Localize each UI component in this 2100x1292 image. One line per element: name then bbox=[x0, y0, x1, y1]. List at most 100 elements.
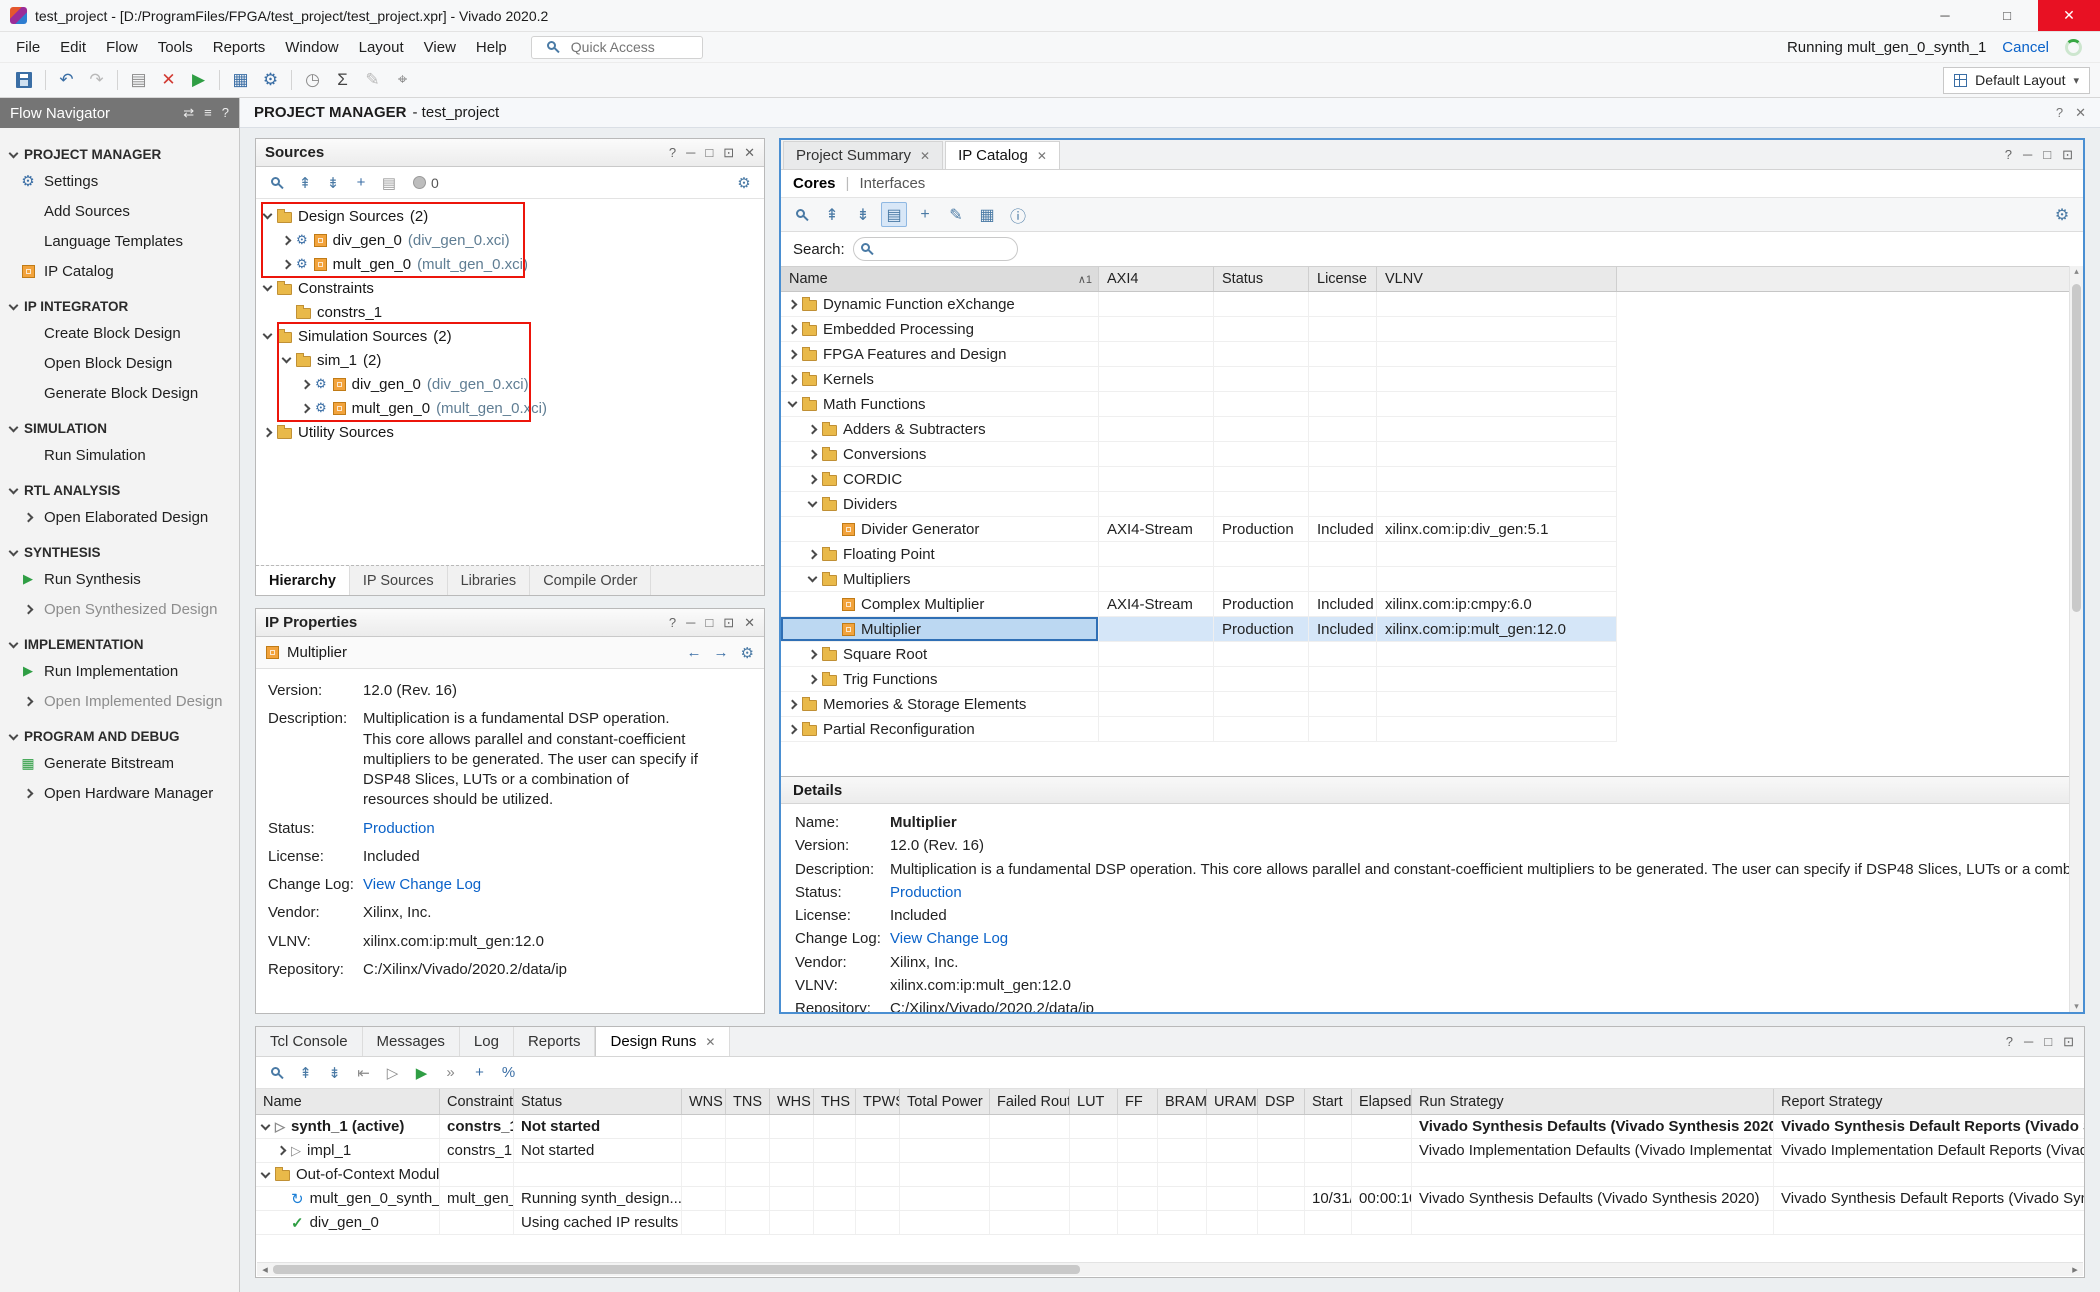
help-icon[interactable]: ? bbox=[2056, 105, 2063, 121]
design-run-row-synth-1-active[interactable]: ▷synth_1 (active)constrs_1Not startedViv… bbox=[256, 1115, 2084, 1139]
source-tree-item-mult-gen-0[interactable]: ⚙mult_gen_0(mult_gen_0.xci) bbox=[256, 396, 764, 420]
flownav-item-generate-block-design[interactable]: Generate Block Design bbox=[0, 378, 239, 408]
collapse-all-icon[interactable]: ⇞ bbox=[293, 1061, 318, 1085]
column-header-uram[interactable]: URAM bbox=[1207, 1089, 1258, 1114]
reset-run-icon[interactable]: ⇤ bbox=[351, 1061, 376, 1085]
minimize-icon[interactable]: ─ bbox=[686, 145, 695, 161]
chevron-right-icon[interactable] bbox=[788, 374, 798, 384]
catalog-row-multiplier[interactable]: MultiplierProductionIncludedxilinx.com:i… bbox=[781, 617, 1617, 642]
menu-tools[interactable]: Tools bbox=[148, 36, 203, 59]
minimize-icon[interactable]: ─ bbox=[2023, 147, 2032, 163]
maximize-icon[interactable]: □ bbox=[705, 615, 713, 631]
catalog-row-embedded-processing[interactable]: Embedded Processing bbox=[781, 317, 1617, 342]
chevron-right-icon[interactable] bbox=[788, 699, 798, 709]
bottom-tab-reports[interactable]: Reports bbox=[514, 1027, 596, 1056]
maximize-button[interactable]: □ bbox=[1976, 0, 2038, 31]
menu-help[interactable]: Help bbox=[466, 36, 517, 59]
link-view-change-log[interactable]: View Change Log bbox=[890, 929, 1008, 949]
flownav-section-header-rtl-analysis[interactable]: RTL ANALYSIS bbox=[0, 479, 239, 502]
flownav-section-header-ip-integrator[interactable]: IP INTEGRATOR bbox=[0, 295, 239, 318]
help-icon[interactable]: ? bbox=[669, 615, 676, 631]
chevron-down-icon[interactable] bbox=[261, 1120, 271, 1130]
chevron-right-icon[interactable] bbox=[263, 427, 273, 437]
column-header-lut[interactable]: LUT bbox=[1070, 1089, 1118, 1114]
source-tree-item-div-gen-0[interactable]: ⚙div_gen_0(div_gen_0.xci) bbox=[256, 372, 764, 396]
column-header-failed-routes[interactable]: Failed Routes bbox=[990, 1089, 1070, 1114]
source-tree-item-constrs-1[interactable]: constrs_1 bbox=[256, 300, 764, 324]
chevron-right-icon[interactable] bbox=[23, 604, 33, 614]
minimize-button[interactable]: ─ bbox=[1914, 0, 1976, 31]
percent-icon[interactable]: % bbox=[496, 1061, 521, 1085]
float-icon[interactable]: ⊡ bbox=[723, 615, 734, 631]
create-run-icon[interactable]: + bbox=[467, 1061, 492, 1085]
column-header-start[interactable]: Start bbox=[1305, 1089, 1352, 1114]
flownav-item-create-block-design[interactable]: Create Block Design bbox=[0, 318, 239, 348]
catalog-row-kernels[interactable]: Kernels bbox=[781, 367, 1617, 392]
column-header-name[interactable]: Name bbox=[256, 1089, 440, 1114]
source-tree-item-design-sources[interactable]: Design Sources(2) bbox=[256, 204, 764, 228]
bottom-tab-messages[interactable]: Messages bbox=[363, 1027, 460, 1056]
chevron-down-icon[interactable] bbox=[788, 398, 798, 408]
flownav-item-run-implementation[interactable]: ▶Run Implementation bbox=[0, 656, 239, 686]
customize-ip-icon[interactable]: ✎ bbox=[943, 202, 969, 227]
list-icon[interactable]: ≡ bbox=[204, 105, 212, 121]
catalog-row-math-functions[interactable]: Math Functions bbox=[781, 392, 1617, 417]
flownav-section-header-simulation[interactable]: SIMULATION bbox=[0, 417, 239, 440]
catalog-search-input[interactable] bbox=[879, 241, 1017, 257]
link-production[interactable]: Production bbox=[890, 883, 962, 903]
column-header-bram[interactable]: BRAM bbox=[1158, 1089, 1207, 1114]
chevron-right-icon[interactable] bbox=[282, 259, 292, 269]
scroll-left-icon[interactable]: ◂ bbox=[257, 1263, 273, 1276]
close-icon[interactable]: ✕ bbox=[705, 1035, 715, 1049]
maximize-icon[interactable]: □ bbox=[2043, 147, 2051, 163]
settings-gear-icon[interactable]: ⚙ bbox=[732, 171, 756, 195]
menu-layout[interactable]: Layout bbox=[349, 36, 414, 59]
flownav-item-language-templates[interactable]: Language Templates bbox=[0, 226, 239, 256]
catalog-row-divider-generator[interactable]: Divider GeneratorAXI4-StreamProductionIn… bbox=[781, 517, 1617, 542]
search-icon[interactable] bbox=[271, 1067, 280, 1076]
column-header-constraints[interactable]: Constraints bbox=[440, 1089, 514, 1114]
add-repository-icon[interactable]: + bbox=[912, 202, 938, 227]
float-icon[interactable]: ⊡ bbox=[2062, 147, 2073, 163]
tab-project-summary[interactable]: Project Summary✕ bbox=[783, 141, 943, 169]
minimize-icon[interactable]: ─ bbox=[686, 615, 695, 631]
quick-access-input[interactable] bbox=[571, 39, 685, 55]
column-header-status[interactable]: Status bbox=[1214, 267, 1309, 291]
report-icon[interactable]: ▦ bbox=[227, 67, 254, 93]
redo-icon[interactable]: ↷ bbox=[83, 67, 110, 93]
launch-run-icon[interactable]: ▷ bbox=[380, 1061, 405, 1085]
flownav-item-open-hardware-manager[interactable]: Open Hardware Manager bbox=[0, 778, 239, 808]
run-icon[interactable]: ▶ bbox=[185, 67, 212, 93]
maximize-icon[interactable]: □ bbox=[2044, 1034, 2052, 1050]
save-icon[interactable] bbox=[16, 72, 32, 88]
link-view-change-log[interactable]: View Change Log bbox=[363, 875, 481, 895]
column-header-report-strategy[interactable]: Report Strategy bbox=[1774, 1089, 2084, 1114]
chevron-right-icon[interactable] bbox=[301, 379, 311, 389]
subtab-cores[interactable]: Cores bbox=[793, 175, 836, 192]
column-header-wns[interactable]: WNS bbox=[682, 1089, 726, 1114]
flownav-item-add-sources[interactable]: Add Sources bbox=[0, 196, 239, 226]
catalog-row-conversions[interactable]: Conversions bbox=[781, 442, 1617, 467]
source-tree-item-simulation-sources[interactable]: Simulation Sources(2) bbox=[256, 324, 764, 348]
chevron-right-icon[interactable] bbox=[808, 474, 818, 484]
catalog-row-complex-multiplier[interactable]: Complex MultiplierAXI4-StreamProductionI… bbox=[781, 592, 1617, 617]
info-icon[interactable]: ⓘ bbox=[1005, 202, 1031, 227]
layout-selector[interactable]: Default Layout ▾ bbox=[1943, 67, 2090, 94]
catalog-row-trig-functions[interactable]: Trig Functions bbox=[781, 667, 1617, 692]
design-run-row-impl-1[interactable]: ▷impl_1constrs_1Not startedVivado Implem… bbox=[256, 1139, 2084, 1163]
help-icon[interactable]: ? bbox=[222, 105, 229, 121]
chevron-down-icon[interactable] bbox=[9, 638, 19, 648]
undo-icon[interactable]: ↶ bbox=[53, 67, 80, 93]
catalog-row-square-root[interactable]: Square Root bbox=[781, 642, 1617, 667]
chevron-right-icon[interactable] bbox=[282, 235, 292, 245]
sum-icon[interactable]: Σ bbox=[329, 67, 356, 93]
back-icon[interactable]: ← bbox=[687, 644, 702, 661]
scroll-up-icon[interactable]: ▴ bbox=[2074, 266, 2079, 277]
flownav-section-header-synthesis[interactable]: SYNTHESIS bbox=[0, 541, 239, 564]
float-icon[interactable]: ⊡ bbox=[723, 145, 734, 161]
search-icon[interactable] bbox=[796, 209, 805, 218]
flownav-item-generate-bitstream[interactable]: ▦Generate Bitstream bbox=[0, 748, 239, 778]
scrollbar-track[interactable] bbox=[273, 1263, 2067, 1276]
menu-flow[interactable]: Flow bbox=[96, 36, 148, 59]
play-icon[interactable]: ▶ bbox=[409, 1061, 434, 1085]
